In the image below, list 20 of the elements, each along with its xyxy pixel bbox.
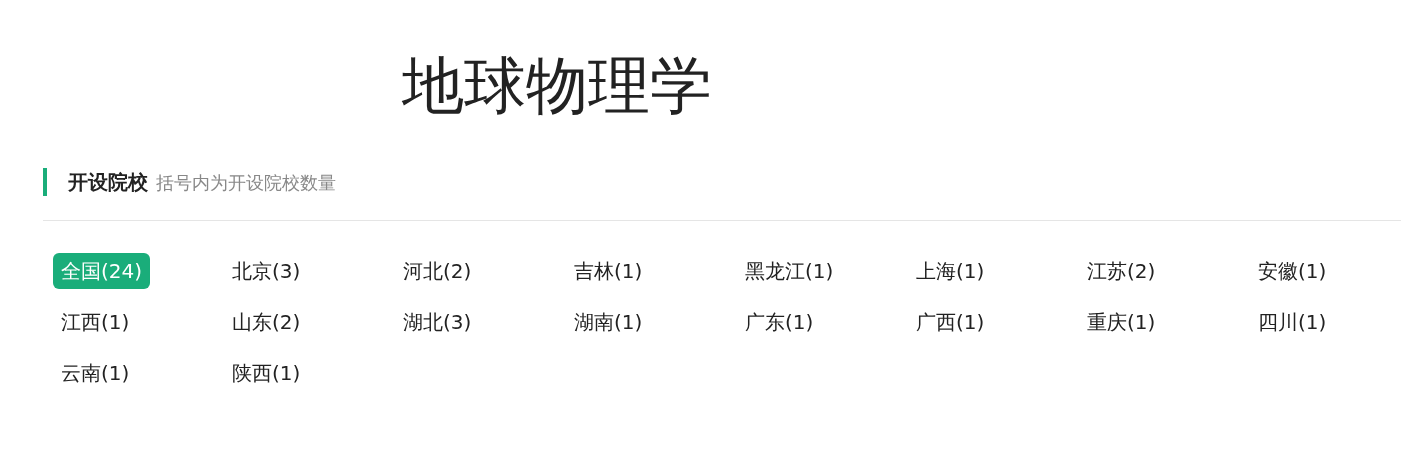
section-heading: 开设院校 — [68, 169, 148, 196]
region-filter[interactable]: 广东(1) — [737, 304, 822, 340]
region-filter[interactable]: 陕西(1) — [224, 355, 309, 391]
region-filter[interactable]: 广西(1) — [908, 304, 993, 340]
region-filter[interactable]: 江西(1) — [53, 304, 138, 340]
region-filter[interactable]: 吉林(1) — [566, 253, 651, 289]
region-filter[interactable]: 云南(1) — [53, 355, 138, 391]
region-filter[interactable]: 上海(1) — [908, 253, 993, 289]
section-note: 括号内为开设院校数量 — [156, 171, 336, 195]
region-filter[interactable]: 河北(2) — [395, 253, 480, 289]
region-filter[interactable]: 北京(3) — [224, 253, 309, 289]
region-filter[interactable]: 江苏(2) — [1079, 253, 1164, 289]
region-filter[interactable]: 山东(2) — [224, 304, 309, 340]
region-filter[interactable]: 湖北(3) — [395, 304, 480, 340]
region-filter[interactable]: 重庆(1) — [1079, 304, 1164, 340]
region-filter[interactable]: 湖南(1) — [566, 304, 651, 340]
region-filter[interactable]: 四川(1) — [1250, 304, 1335, 340]
page-title: 地球物理学 — [401, 48, 713, 124]
region-filter[interactable]: 黑龙江(1) — [737, 253, 842, 289]
region-filter[interactable]: 安徽(1) — [1250, 253, 1335, 289]
